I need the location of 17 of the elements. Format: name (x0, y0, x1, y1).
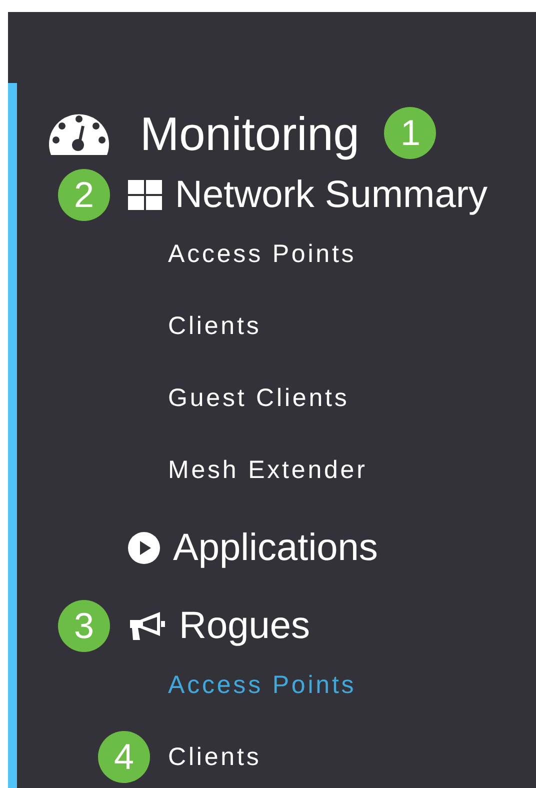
submenu-item[interactable]: Clients (168, 742, 262, 772)
callout-badge: 1 (384, 107, 436, 159)
callout-badge: 2 (58, 169, 110, 221)
megaphone-icon (128, 610, 166, 642)
submenu-item[interactable]: Access Points (168, 240, 356, 268)
play-icon (128, 532, 160, 564)
submenu-item[interactable]: Access Points (168, 670, 356, 700)
submenu-item[interactable]: Mesh Extender (168, 456, 368, 484)
callout-badge: 3 (58, 600, 110, 652)
submenu-item[interactable]: Clients (168, 312, 262, 340)
menu-item[interactable]: Network Summary (175, 174, 488, 216)
callout-badge: 4 (98, 731, 150, 783)
menu-item[interactable]: Applications (173, 526, 378, 570)
submenu-item[interactable]: Guest Clients (168, 384, 350, 412)
grid-icon (128, 180, 162, 210)
menu-item[interactable]: Monitoring (140, 106, 360, 160)
menu-item[interactable]: Rogues (179, 604, 310, 648)
